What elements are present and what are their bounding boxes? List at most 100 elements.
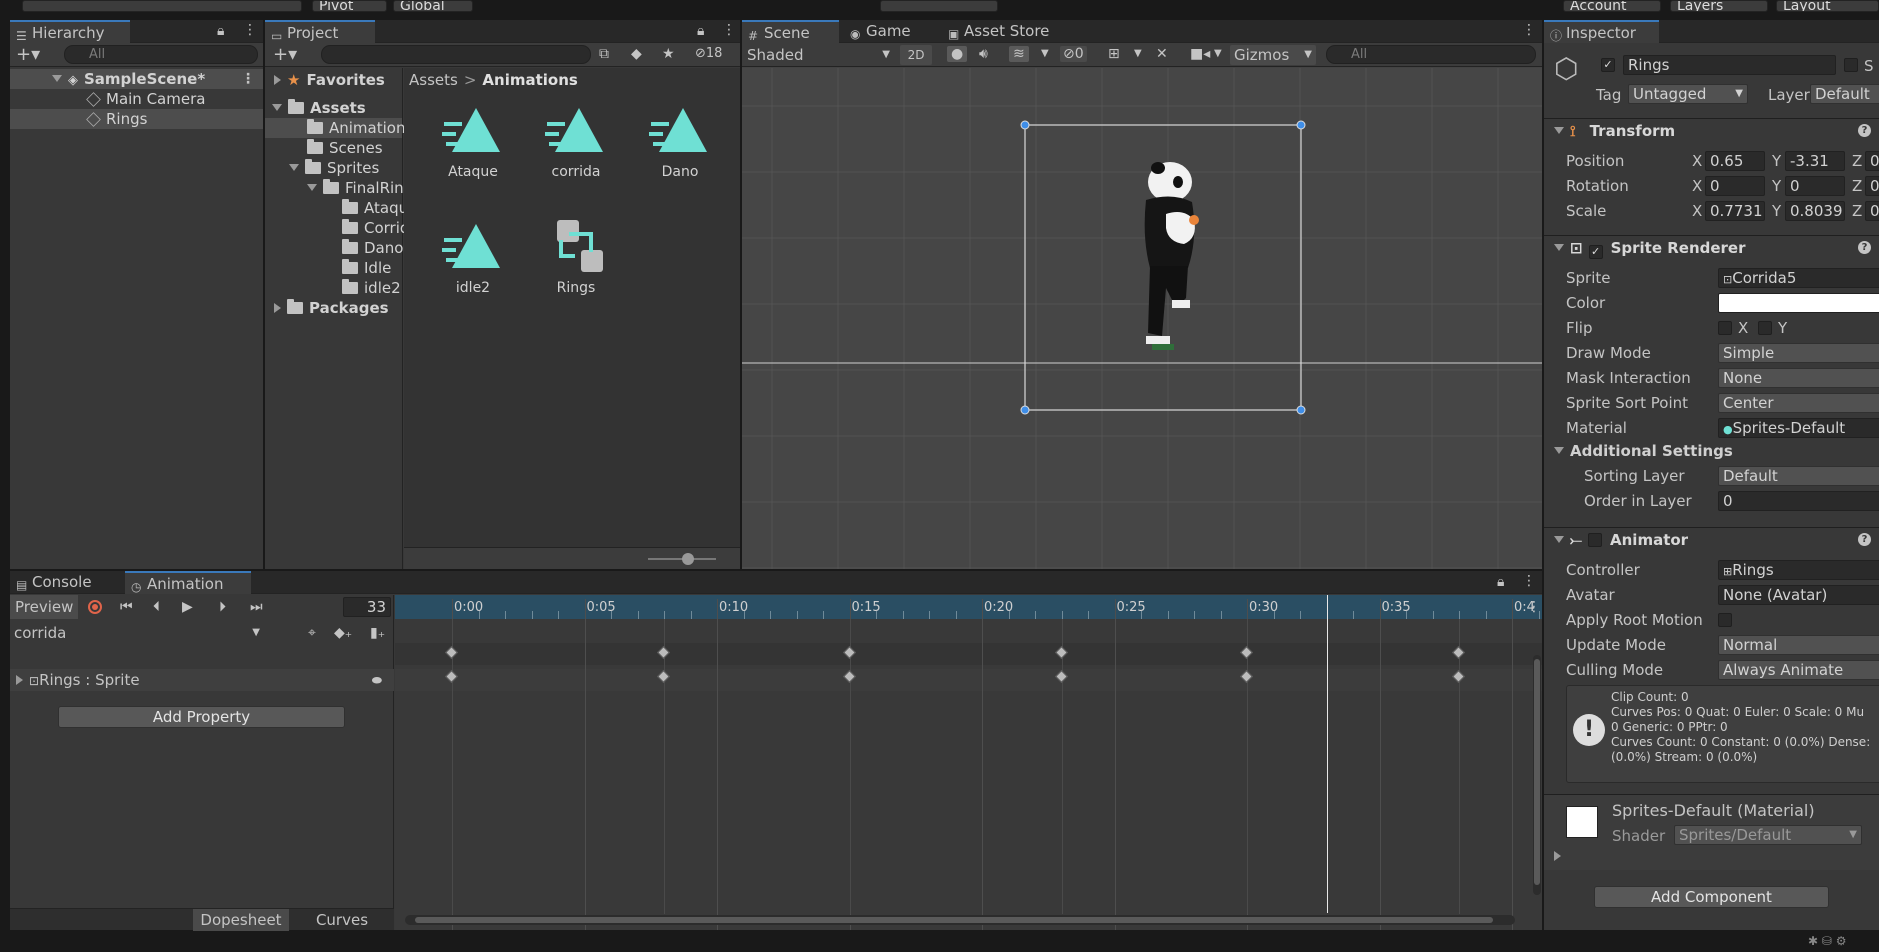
play-controls[interactable] bbox=[880, 0, 998, 12]
play-icon[interactable]: ▶︎ bbox=[182, 599, 193, 615]
transform-header[interactable]: ⟟ Transform? bbox=[1544, 118, 1879, 142]
rot-y-field[interactable]: 0 bbox=[1785, 176, 1845, 196]
tree-corrida[interactable]: Corrid bbox=[265, 218, 409, 238]
tab-scene[interactable]: # Scene bbox=[742, 20, 839, 43]
static-checkbox[interactable] bbox=[1844, 58, 1858, 72]
keyframe-filter-icon[interactable]: ⌖ bbox=[308, 625, 316, 641]
hierarchy-item-main-camera[interactable]: Main Camera bbox=[10, 89, 263, 109]
scale-y-field[interactable]: 0.8039 bbox=[1785, 201, 1845, 221]
scale-x-field[interactable]: 0.7731 bbox=[1705, 201, 1765, 221]
expand-arrow-icon[interactable] bbox=[274, 75, 281, 85]
tree-finalrings[interactable]: FinalRin bbox=[265, 178, 404, 198]
menu-icon[interactable]: ⋮ bbox=[1522, 573, 1536, 589]
pivot-button[interactable]: Pivot bbox=[312, 0, 387, 12]
grid-snap-icon[interactable]: ⊞ bbox=[1108, 46, 1120, 62]
panda-sprite[interactable] bbox=[1132, 158, 1212, 368]
scene-menu-icon[interactable]: ⋮ bbox=[241, 69, 255, 89]
asset-rings[interactable]: Rings bbox=[532, 220, 620, 296]
apply-root-motion-checkbox[interactable] bbox=[1718, 613, 1732, 627]
layer-dropdown[interactable]: Default bbox=[1810, 84, 1879, 104]
tools-icon[interactable]: ✕ bbox=[1156, 46, 1168, 62]
asset-corrida[interactable]: corrida bbox=[532, 104, 620, 180]
tab-console[interactable]: ▤ Console bbox=[10, 571, 116, 594]
asset-idle2[interactable]: idle2 bbox=[429, 220, 517, 296]
tree-assets[interactable]: Assets bbox=[265, 98, 402, 118]
tree-sprites[interactable]: Sprites bbox=[265, 158, 402, 178]
tree-idle[interactable]: Idle bbox=[265, 258, 402, 278]
breadcrumb-animations[interactable]: Animations bbox=[482, 71, 577, 89]
scene-row[interactable]: ◈ SampleScene* ⋮ bbox=[10, 69, 263, 89]
add-icon[interactable]: +▾ bbox=[273, 44, 297, 65]
status-icons[interactable]: ✱ ⛁ ⚙ bbox=[1808, 934, 1847, 948]
tree-favorites[interactable]: ★ Favorites bbox=[265, 70, 402, 90]
tab-hierarchy[interactable]: ☰ Hierarchy bbox=[10, 20, 130, 43]
order-in-layer-field[interactable]: 0 bbox=[1718, 491, 1879, 511]
expand-arrow-icon[interactable] bbox=[1554, 127, 1564, 134]
tab-project[interactable]: ▭ Project bbox=[265, 20, 375, 43]
lighting-icon[interactable]: ● bbox=[947, 46, 968, 62]
property-row[interactable]: ⊡Rings : Sprite ⬬ bbox=[10, 669, 394, 691]
preview-toggle[interactable]: Preview bbox=[10, 595, 78, 619]
global-button[interactable]: Global bbox=[393, 0, 473, 12]
sprite-field[interactable]: ⊡Corrida5 bbox=[1718, 268, 1879, 288]
layers-button[interactable]: Layers bbox=[1670, 0, 1768, 12]
chevron-down-icon[interactable]: ▼ bbox=[1041, 48, 1049, 59]
frame-field[interactable]: 33 bbox=[343, 597, 391, 617]
expand-arrow-icon[interactable] bbox=[272, 104, 282, 111]
first-keyframe-icon[interactable]: ⏮︎ bbox=[120, 599, 133, 615]
tab-dopesheet[interactable]: Dopesheet bbox=[193, 909, 289, 931]
lock-icon[interactable]: 🔒︎ bbox=[697, 23, 704, 39]
draw-mode-dropdown[interactable]: Simple bbox=[1718, 343, 1879, 363]
sort-point-dropdown[interactable]: Center bbox=[1718, 393, 1879, 413]
update-mode-dropdown[interactable]: Normal bbox=[1718, 635, 1879, 655]
tab-animation[interactable]: ◷ Animation bbox=[125, 571, 251, 594]
previous-keyframe-icon[interactable]: ⏴︎ bbox=[153, 599, 160, 615]
tree-animations[interactable]: Animations bbox=[265, 118, 413, 138]
sorting-layer-dropdown[interactable]: Default bbox=[1718, 466, 1879, 486]
hidden-objects-icon[interactable]: ⊘0 bbox=[1060, 46, 1087, 62]
layout-button[interactable]: Layout bbox=[1776, 0, 1879, 12]
lock-icon[interactable]: 🔒︎ bbox=[217, 23, 224, 39]
material-field[interactable]: ●Sprites-Default bbox=[1718, 418, 1879, 438]
add-component-button[interactable]: Add Component bbox=[1594, 886, 1829, 908]
filter-type-icon[interactable]: ⧉ bbox=[599, 46, 609, 62]
zoom-slider[interactable] bbox=[648, 553, 716, 565]
hierarchy-search[interactable]: All bbox=[64, 45, 258, 64]
last-keyframe-icon[interactable]: ⏭︎ bbox=[250, 599, 263, 615]
asset-dano[interactable]: Dano bbox=[636, 104, 724, 180]
color-field[interactable] bbox=[1718, 293, 1879, 313]
tool-buttons[interactable] bbox=[22, 0, 302, 12]
tree-packages[interactable]: Packages bbox=[265, 298, 402, 318]
mask-interaction-dropdown[interactable]: None bbox=[1718, 368, 1879, 388]
expand-arrow-icon[interactable] bbox=[1554, 851, 1561, 861]
clip-dropdown[interactable]: corrida ▼ bbox=[10, 621, 266, 645]
flip-x-checkbox[interactable] bbox=[1718, 321, 1732, 335]
tab-inspector[interactable]: ⓘ Inspector bbox=[1544, 20, 1659, 43]
dopesheet-timeline[interactable]: ⋮ 0:00 0:05 0:10 0:15 0:20 0:25 0:30 0:35 0:4 bbox=[395, 595, 1542, 930]
pos-y-field[interactable]: -3.31 bbox=[1785, 151, 1845, 171]
tree-dano[interactable]: Dano bbox=[265, 238, 403, 258]
scene-search[interactable]: All bbox=[1326, 45, 1536, 64]
animator-enabled-checkbox[interactable] bbox=[1588, 533, 1603, 547]
camera-icon[interactable]: ■◂ bbox=[1190, 46, 1210, 62]
audio-icon[interactable]: 🔊︎ bbox=[979, 46, 988, 62]
add-property-button[interactable]: Add Property bbox=[58, 706, 345, 728]
pos-x-field[interactable]: 0.65 bbox=[1705, 151, 1765, 171]
horizontal-scrollbar[interactable] bbox=[405, 915, 1515, 925]
vertical-scrollbar[interactable] bbox=[1533, 655, 1541, 895]
record-button[interactable] bbox=[88, 600, 102, 614]
animator-header[interactable]: ⤚ Animator? bbox=[1544, 527, 1879, 551]
scale-z-field[interactable]: 0 bbox=[1865, 201, 1879, 221]
playhead[interactable] bbox=[1326, 595, 1328, 913]
sprite-renderer-header[interactable]: ⊡ ✓ Sprite Renderer? bbox=[1544, 235, 1879, 259]
chevron-down-icon[interactable]: ▼ bbox=[1214, 48, 1222, 59]
tree-scenes[interactable]: Scenes bbox=[265, 138, 402, 158]
tree-idle2[interactable]: idle2 bbox=[265, 278, 402, 298]
hierarchy-item-rings[interactable]: Rings bbox=[10, 109, 263, 129]
avatar-field[interactable]: None (Avatar) bbox=[1718, 585, 1879, 605]
tree-ataque[interactable]: Ataqu bbox=[265, 198, 408, 218]
active-checkbox[interactable]: ✓ bbox=[1601, 58, 1615, 72]
culling-mode-dropdown[interactable]: Always Animate bbox=[1718, 660, 1879, 680]
expand-arrow-icon[interactable] bbox=[289, 164, 299, 171]
expand-arrow-icon[interactable] bbox=[307, 184, 317, 191]
